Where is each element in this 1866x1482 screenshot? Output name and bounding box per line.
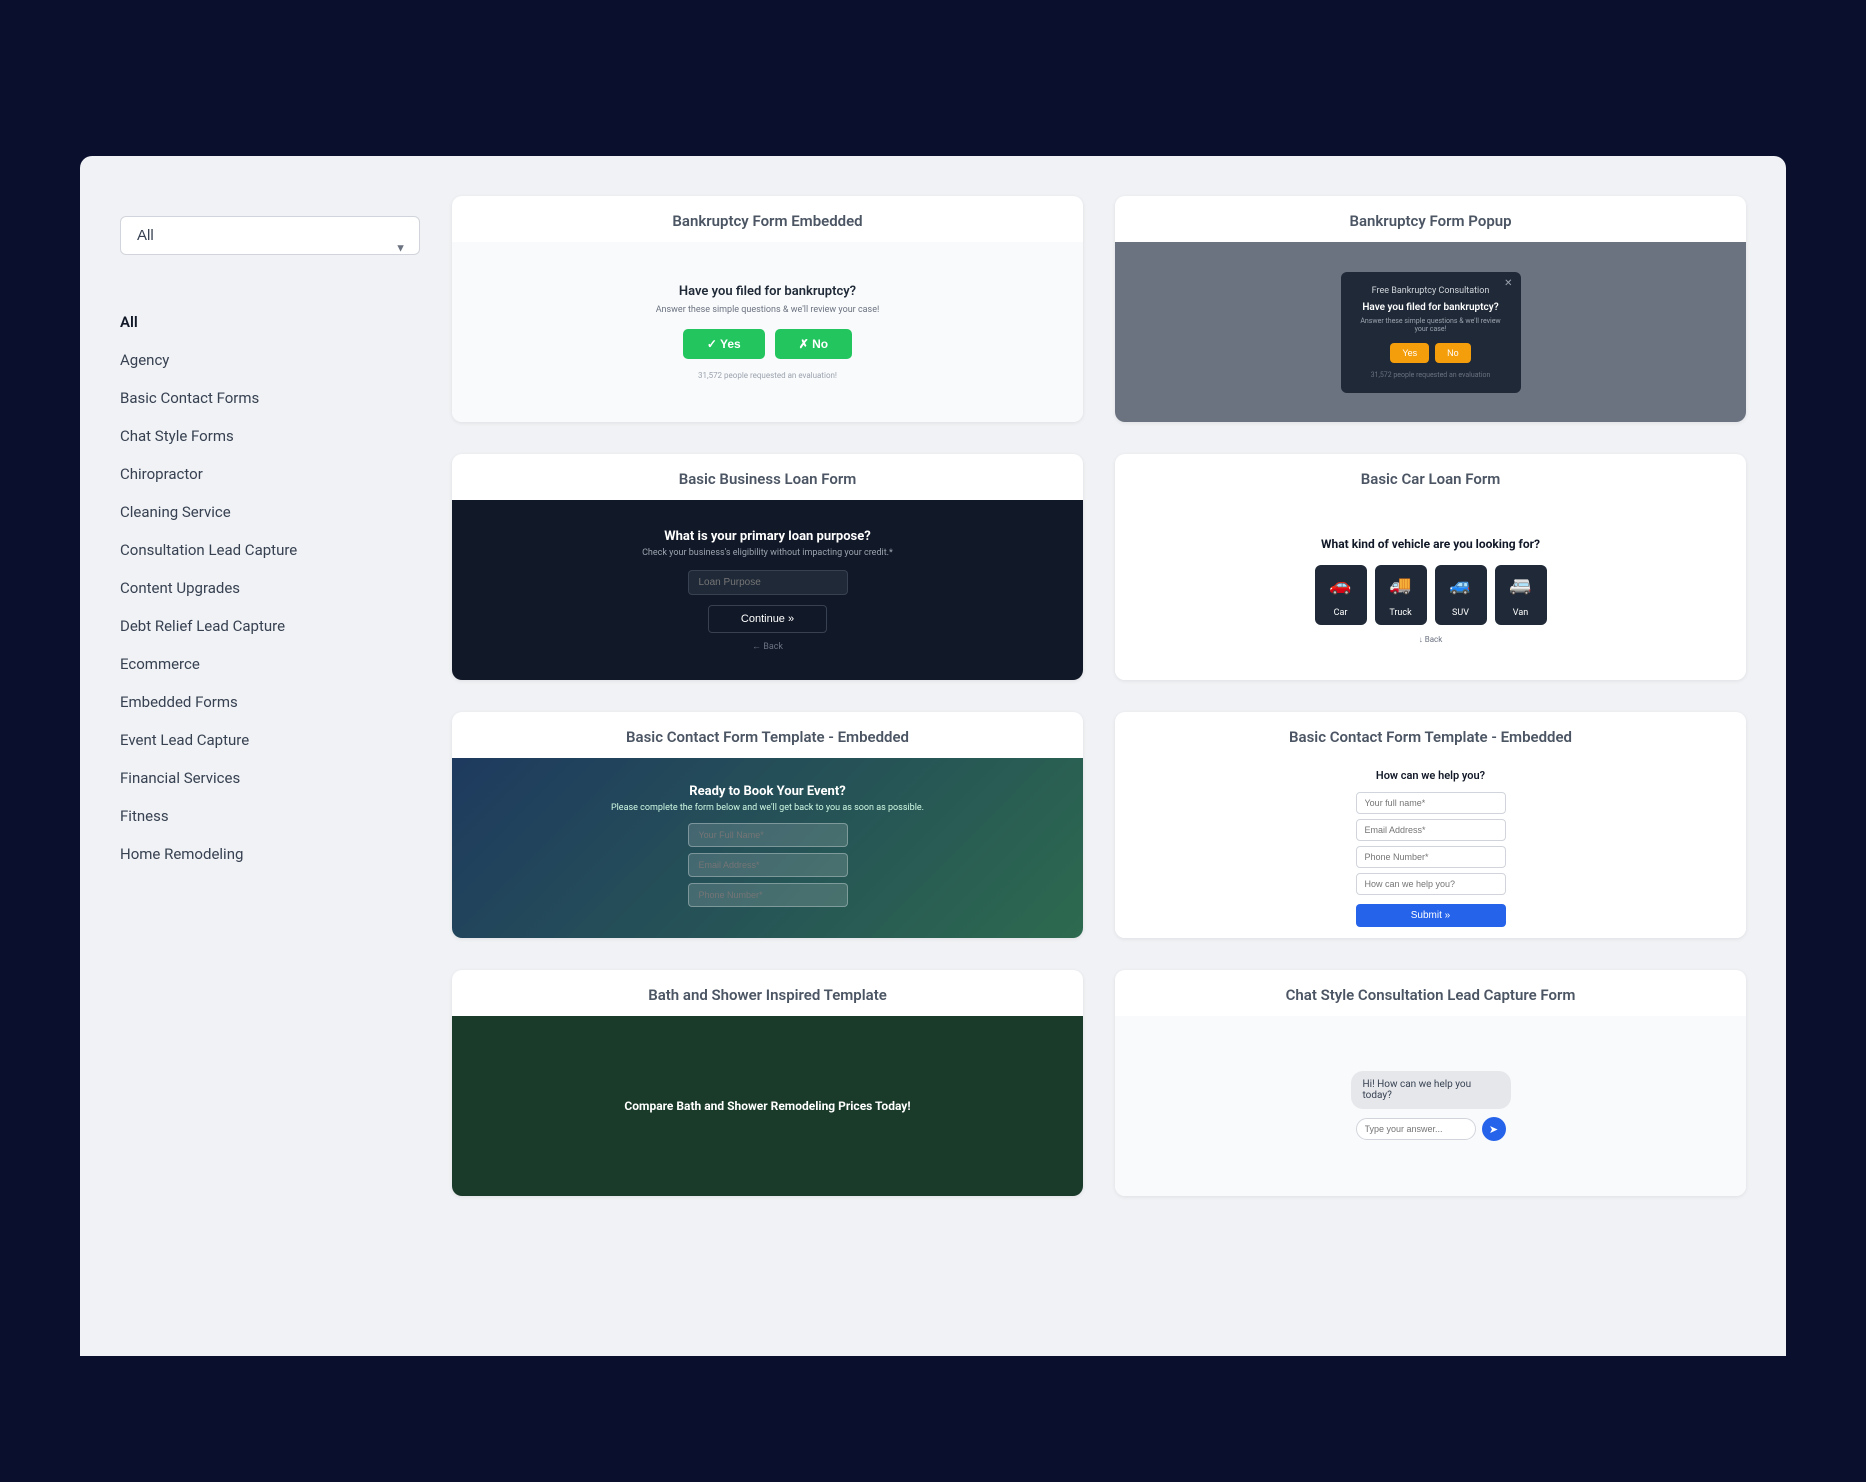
sidebar-nav-item[interactable]: Content Upgrades [120, 569, 420, 607]
template-card-preview: What kind of vehicle are you looking for… [1115, 500, 1746, 680]
template-card-title: Bankruptcy Form Popup [1115, 196, 1746, 242]
template-card-preview: ✕ Free Bankruptcy Consultation Have you … [1115, 242, 1746, 422]
main-container: AllAgencyBasic Contact FormsChat Style F… [80, 156, 1786, 1356]
template-card[interactable]: Bath and Shower Inspired Template Compar… [452, 970, 1083, 1196]
sidebar-nav-item[interactable]: Chat Style Forms [120, 417, 420, 455]
template-card-preview: Compare Bath and Shower Remodeling Price… [452, 1016, 1083, 1196]
template-card-title: Basic Contact Form Template - Embedded [452, 712, 1083, 758]
template-card-title: Basic Car Loan Form [1115, 454, 1746, 500]
template-card-title: Chat Style Consultation Lead Capture For… [1115, 970, 1746, 1016]
sidebar-nav-item[interactable]: Chiropractor [120, 455, 420, 493]
sidebar-nav-item[interactable]: Event Lead Capture [120, 721, 420, 759]
sidebar-nav-item[interactable]: Financial Services [120, 759, 420, 797]
sidebar-nav-item[interactable]: Home Remodeling [120, 835, 420, 873]
template-card[interactable]: Basic Business Loan Form What is your pr… [452, 454, 1083, 680]
sidebar-nav-item[interactable]: Embedded Forms [120, 683, 420, 721]
template-card-title: Basic Business Loan Form [452, 454, 1083, 500]
templates-grid: Bankruptcy Form Embedded Have you filed … [452, 196, 1746, 1316]
sidebar-nav-item[interactable]: Agency [120, 341, 420, 379]
template-card-preview: Hi! How can we help you today? ➤ [1115, 1016, 1746, 1196]
template-card-title: Bath and Shower Inspired Template [452, 970, 1083, 1016]
sidebar-nav-item[interactable]: Basic Contact Forms [120, 379, 420, 417]
hero-section [0, 0, 1866, 156]
sidebar-nav-item[interactable]: Debt Relief Lead Capture [120, 607, 420, 645]
sidebar-nav: AllAgencyBasic Contact FormsChat Style F… [120, 303, 420, 873]
dropdown-wrapper[interactable]: AllAgencyBasic Contact FormsChat Style F… [120, 216, 420, 279]
template-card[interactable]: Bankruptcy Form Popup ✕ Free Bankruptcy … [1115, 196, 1746, 422]
template-card-title: Basic Contact Form Template - Embedded [1115, 712, 1746, 758]
sidebar: AllAgencyBasic Contact FormsChat Style F… [120, 196, 420, 1316]
template-card-title: Bankruptcy Form Embedded [452, 196, 1083, 242]
sidebar-nav-item[interactable]: Consultation Lead Capture [120, 531, 420, 569]
template-card[interactable]: Basic Contact Form Template - Embedded R… [452, 712, 1083, 938]
template-card-preview: Ready to Book Your Event? Please complet… [452, 758, 1083, 938]
template-card[interactable]: Basic Car Loan Form What kind of vehicle… [1115, 454, 1746, 680]
category-dropdown[interactable]: AllAgencyBasic Contact FormsChat Style F… [120, 216, 420, 255]
template-card[interactable]: Bankruptcy Form Embedded Have you filed … [452, 196, 1083, 422]
template-card[interactable]: Basic Contact Form Template - Embedded H… [1115, 712, 1746, 938]
sidebar-nav-item[interactable]: Ecommerce [120, 645, 420, 683]
sidebar-nav-item[interactable]: Fitness [120, 797, 420, 835]
sidebar-nav-item[interactable]: All [120, 303, 420, 341]
template-card-preview: How can we help you? Submit » [1115, 758, 1746, 938]
template-card[interactable]: Chat Style Consultation Lead Capture For… [1115, 970, 1746, 1196]
template-card-preview: What is your primary loan purpose? Check… [452, 500, 1083, 680]
sidebar-nav-item[interactable]: Cleaning Service [120, 493, 420, 531]
template-card-preview: Have you filed for bankruptcy? Answer th… [452, 242, 1083, 422]
